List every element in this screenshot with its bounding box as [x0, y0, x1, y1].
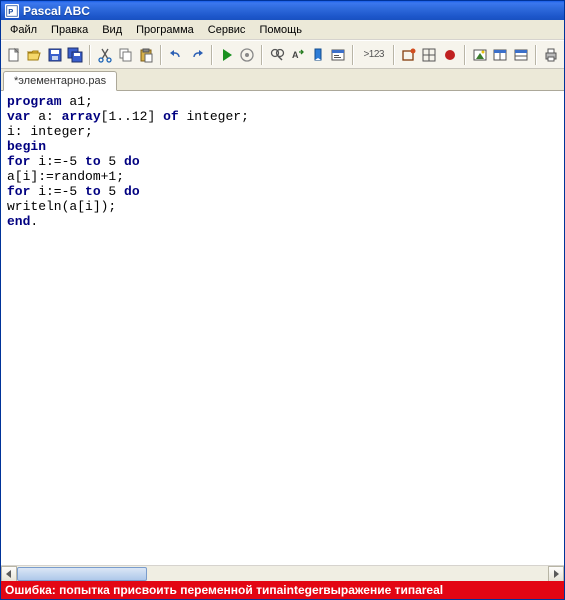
save-all-icon[interactable] [66, 44, 84, 66]
scroll-thumb[interactable] [17, 567, 147, 581]
toolbar-separator [352, 45, 354, 65]
menu-help[interactable]: Помощь [252, 22, 309, 38]
step-over-icon[interactable] [400, 44, 418, 66]
menu-program[interactable]: Программа [129, 22, 201, 38]
save-icon[interactable] [46, 44, 64, 66]
cut-icon[interactable] [96, 44, 114, 66]
menu-view[interactable]: Вид [95, 22, 129, 38]
bookmark-icon[interactable] [309, 44, 327, 66]
toolbar-separator [211, 45, 213, 65]
output-icon[interactable] [329, 44, 347, 66]
svg-text:P: P [8, 7, 13, 16]
error-text-prefix: Ошибка: попытка присвоить переменной тип… [5, 583, 283, 597]
toolbar-separator [393, 45, 395, 65]
toolbar-separator [160, 45, 162, 65]
toolbar-separator [261, 45, 263, 65]
window-icon[interactable] [491, 44, 509, 66]
print-icon[interactable] [542, 44, 560, 66]
stop-icon[interactable] [441, 44, 459, 66]
svg-text:A: A [292, 50, 299, 60]
error-keyword-integer: integer [283, 583, 323, 597]
title-bar: P Pascal ABC [1, 1, 564, 20]
step-into-icon[interactable] [420, 44, 438, 66]
new-file-icon[interactable] [5, 44, 23, 66]
paste-icon[interactable] [137, 44, 155, 66]
scroll-right-button[interactable] [548, 566, 564, 582]
menu-bar: Файл Правка Вид Программа Сервис Помощь [1, 20, 564, 40]
window2-icon[interactable] [511, 44, 529, 66]
editor-pane: program a1; var a: array[1..12] of integ… [1, 91, 564, 581]
find-icon[interactable] [268, 44, 286, 66]
redo-icon[interactable] [187, 44, 205, 66]
tab-file[interactable]: *элементарно.pas [3, 71, 117, 91]
undo-icon[interactable] [167, 44, 185, 66]
menu-service[interactable]: Сервис [201, 22, 253, 38]
scroll-track[interactable] [17, 566, 548, 582]
tab-bar: *элементарно.pas [1, 69, 564, 91]
toolbar-separator [464, 45, 466, 65]
replace-icon[interactable]: A [289, 44, 307, 66]
copy-icon[interactable] [116, 44, 134, 66]
debug-icon[interactable] [238, 44, 256, 66]
toolbar-separator [535, 45, 537, 65]
code-editor[interactable]: program a1; var a: array[1..12] of integ… [1, 91, 564, 565]
menu-file[interactable]: Файл [3, 22, 44, 38]
error-text-middle: выражение типа [323, 583, 421, 597]
error-keyword-real: real [422, 583, 443, 597]
run-icon[interactable] [218, 44, 236, 66]
app-icon: P [5, 4, 19, 18]
error-bar: Ошибка: попытка присвоить переменной тип… [1, 581, 564, 599]
open-file-icon[interactable] [25, 44, 43, 66]
toolbar: A >123 [1, 40, 564, 69]
window-title: Pascal ABC [23, 4, 90, 18]
evaluate-icon[interactable]: >123 [359, 44, 388, 66]
menu-edit[interactable]: Правка [44, 22, 95, 38]
scroll-left-button[interactable] [1, 566, 17, 582]
toolbar-separator [89, 45, 91, 65]
options-icon[interactable] [471, 44, 489, 66]
horizontal-scrollbar[interactable] [1, 565, 564, 581]
